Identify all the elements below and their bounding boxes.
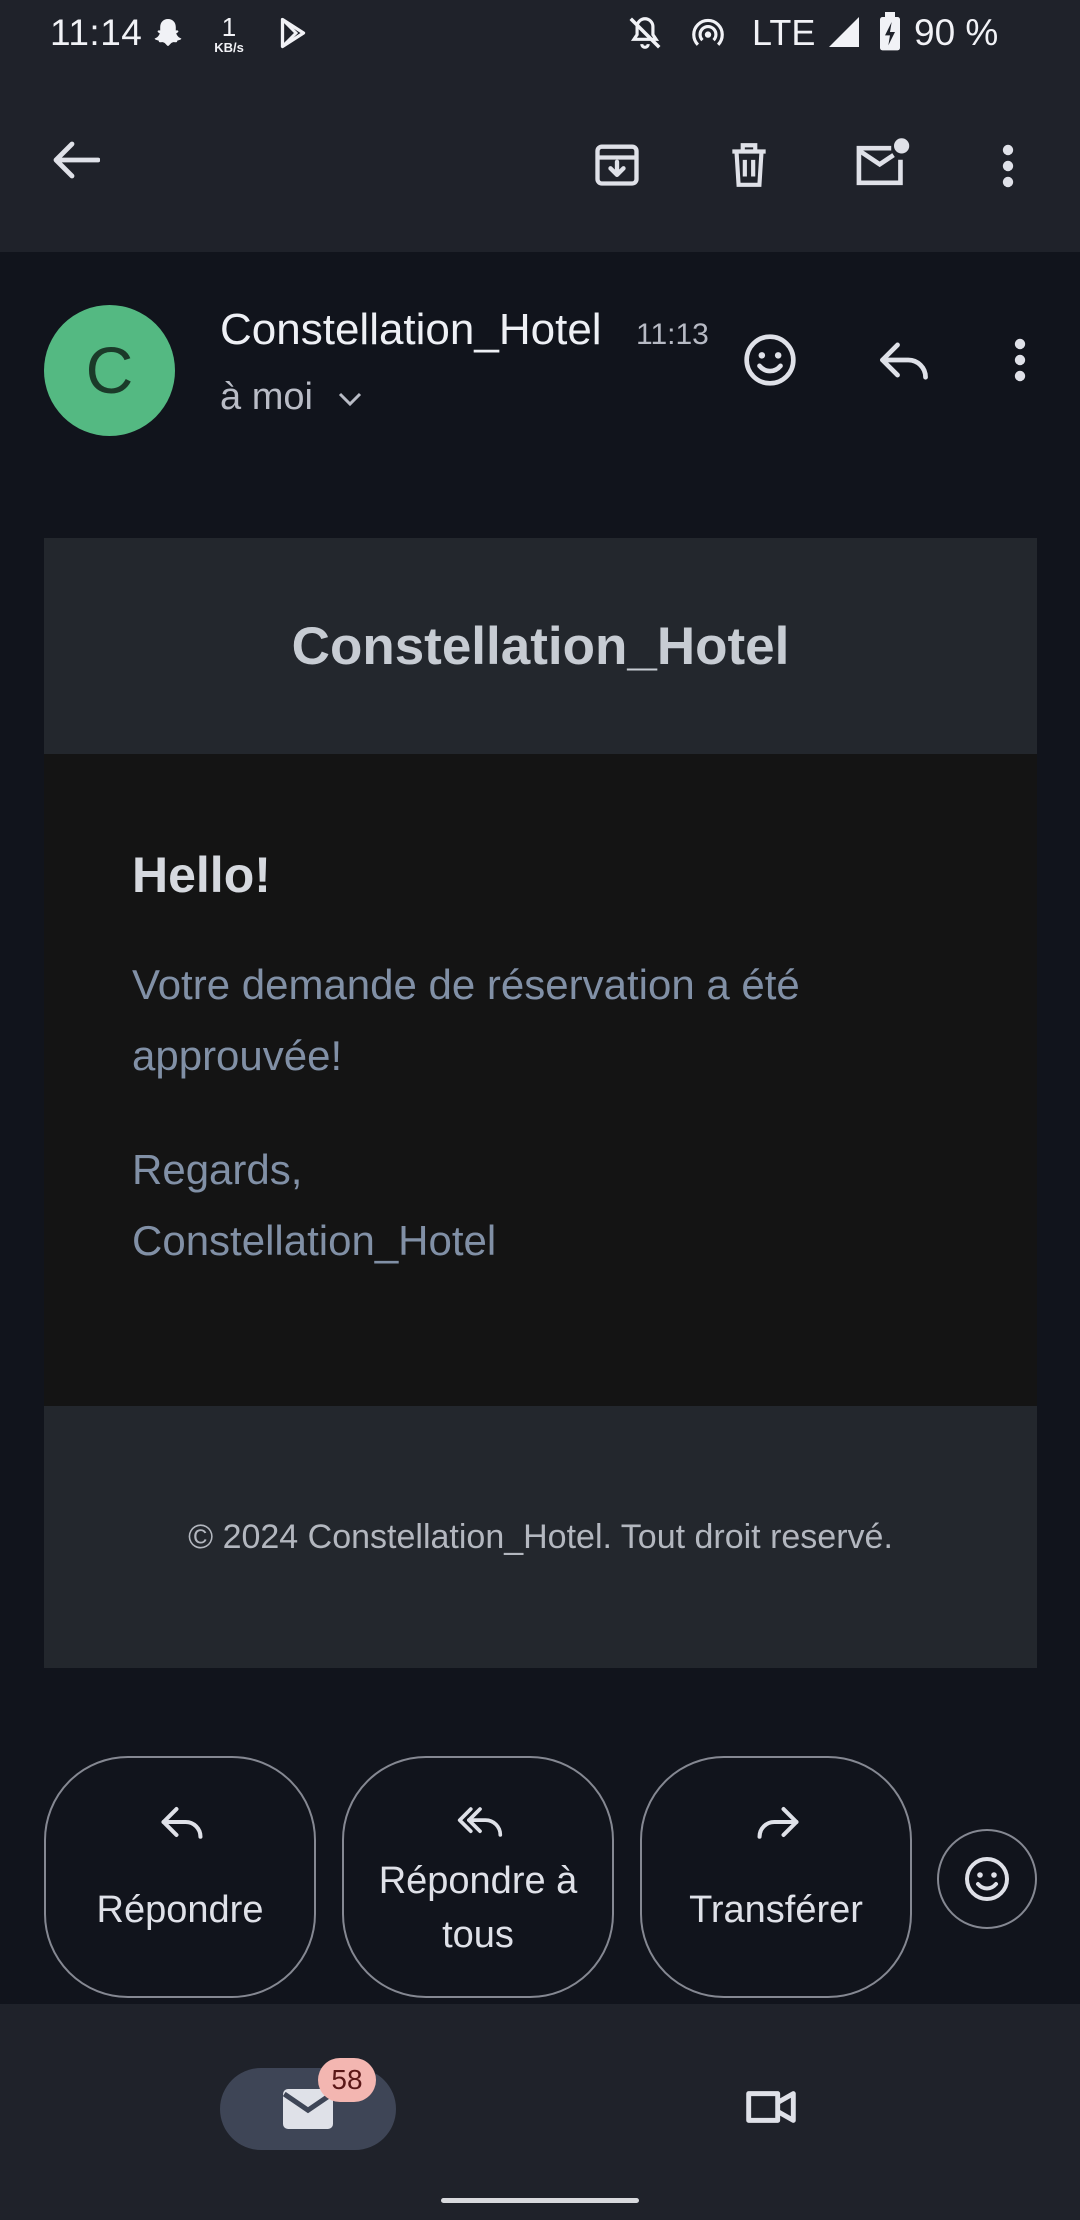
- battery-level: 90 %: [914, 12, 999, 53]
- recipient-label: à moi: [220, 376, 313, 418]
- forward-button[interactable]: Transférer: [640, 1756, 912, 1998]
- mark-unread-icon[interactable]: [852, 134, 912, 190]
- snapchat-icon: [150, 16, 186, 52]
- hotspot-icon: [688, 14, 728, 52]
- archive-icon[interactable]: [591, 138, 643, 190]
- reply-label: Répondre: [96, 1889, 264, 1931]
- email-more-icon[interactable]: [1010, 336, 1030, 384]
- email-card-header: Constellation_Hotel: [44, 538, 1037, 754]
- reply-icon: [158, 1802, 206, 1850]
- home-indicator[interactable]: [441, 2198, 639, 2203]
- email-signature: Constellation_Hotel: [132, 1217, 497, 1264]
- back-arrow-icon[interactable]: [50, 140, 100, 180]
- reply-all-icon: [456, 1802, 504, 1850]
- emoji-icon: [963, 1855, 1011, 1903]
- delete-icon[interactable]: [724, 138, 774, 190]
- email-toolbar: [0, 66, 1080, 252]
- forward-label: Transférer: [689, 1889, 863, 1931]
- status-time: 11:14: [50, 12, 143, 53]
- emoji-react-button[interactable]: [937, 1829, 1037, 1929]
- chevron-down-icon: [337, 391, 363, 407]
- email-closing: Regards,: [132, 1146, 303, 1193]
- reply-button[interactable]: Répondre: [44, 1756, 316, 1998]
- bottom-navigation: [0, 2004, 1080, 2220]
- network-speed: 1 KB/s: [214, 12, 244, 55]
- email-brand-title: Constellation_Hotel: [291, 617, 790, 676]
- unread-count-badge: 58: [318, 2058, 376, 2102]
- play-store-icon: [275, 14, 311, 52]
- sender-name: Constellation_Hotel: [220, 305, 602, 354]
- network-type: LTE: [752, 12, 816, 53]
- emoji-reaction-icon[interactable]: [742, 332, 798, 388]
- email-card-footer: © 2024 Constellation_Hotel. Tout droit r…: [44, 1406, 1037, 1668]
- notifications-off-icon: [626, 14, 664, 52]
- copyright-text: © 2024 Constellation_Hotel. Tout droit r…: [188, 1518, 893, 1556]
- email-card-body: Hello! Votre demande de réservation a ét…: [44, 754, 1037, 1406]
- more-vert-icon[interactable]: [998, 142, 1018, 190]
- meet-video-icon[interactable]: [742, 2084, 800, 2130]
- email-message: Votre demande de réservation a été appro…: [132, 961, 800, 1079]
- forward-icon: [754, 1802, 802, 1850]
- reply-icon[interactable]: [876, 338, 932, 382]
- signal-icon: [826, 14, 862, 50]
- recipient-toggle[interactable]: à moi: [220, 376, 363, 419]
- reply-all-button[interactable]: Répondre à tous: [342, 1756, 614, 1998]
- avatar[interactable]: C: [44, 305, 175, 436]
- reply-all-label: Répondre à tous: [378, 1860, 578, 1956]
- battery-icon: [877, 12, 903, 52]
- email-greeting: Hello!: [132, 847, 271, 903]
- email-time: 11:13: [636, 318, 709, 351]
- status-bar: 11:14 1 KB/s LTE 90 %: [0, 0, 1080, 66]
